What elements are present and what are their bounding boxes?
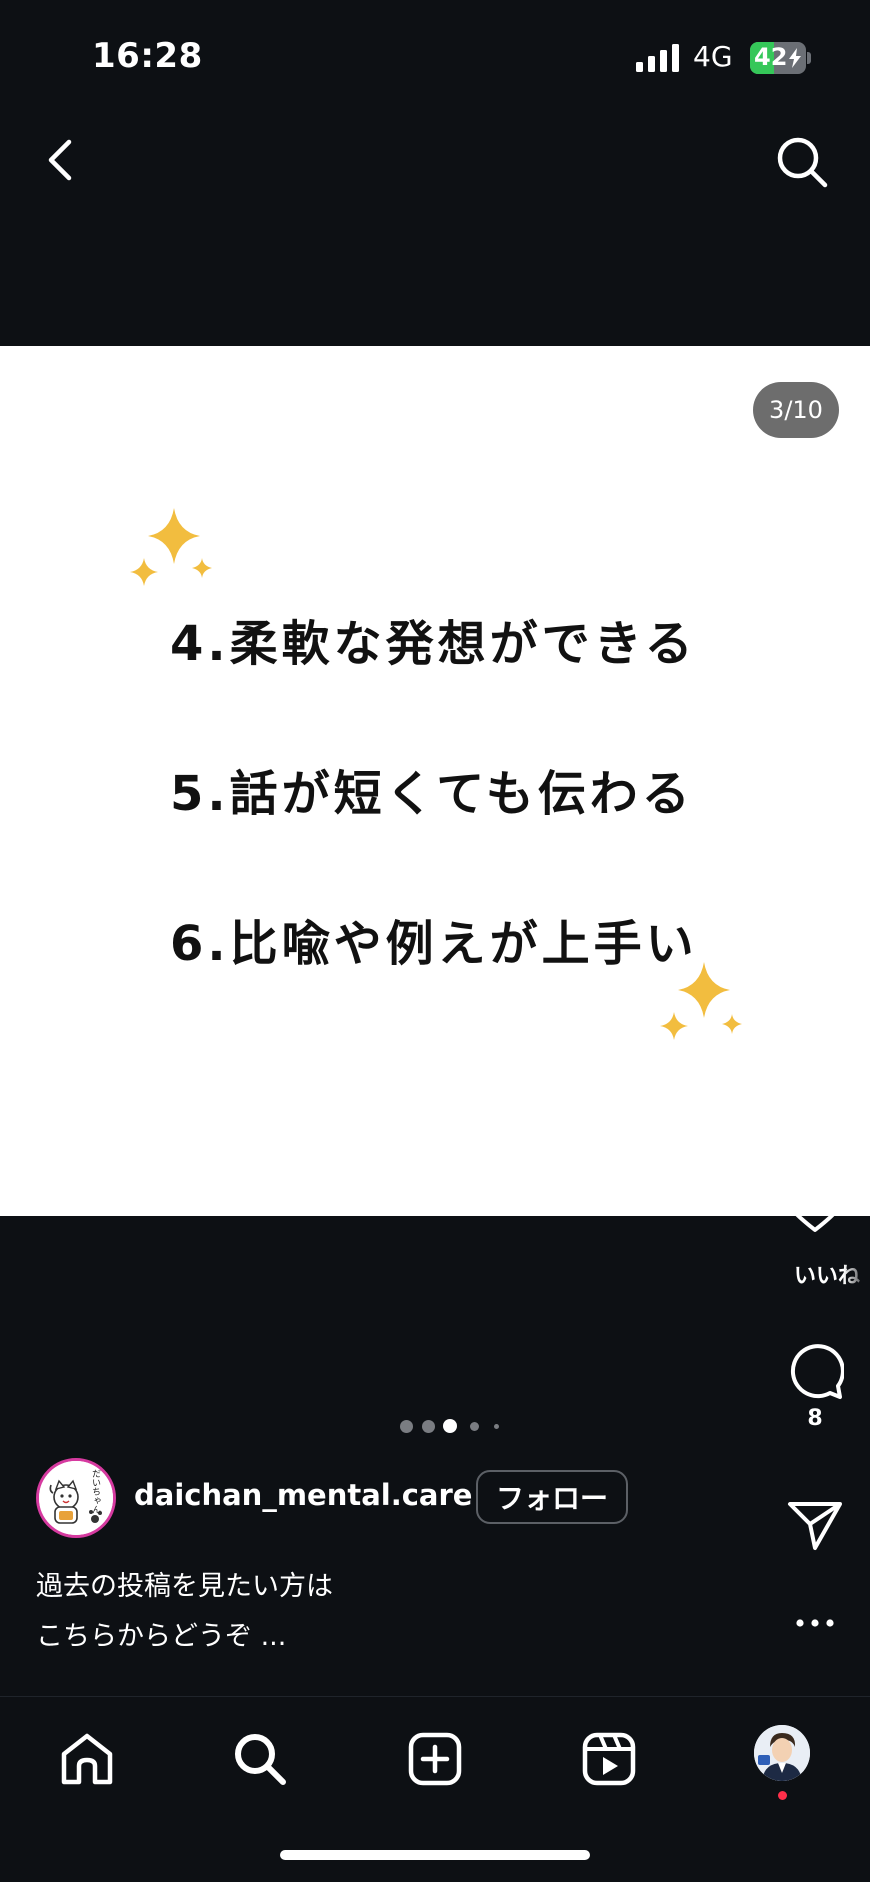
avatar-text: だいちゃん	[90, 1469, 100, 1514]
post-image[interactable]: 3/10 4.柔軟な発想ができる 5.話が短くても伝わる 6.比喩や例えが上手い	[0, 346, 870, 1216]
chevron-left-icon	[48, 139, 72, 181]
search-icon	[777, 137, 828, 188]
caption-line: 過去の投稿を見たい方は	[36, 1571, 333, 1602]
status-bar: 16:28 4G 42	[0, 0, 870, 110]
home-indicator[interactable]	[280, 1850, 590, 1860]
carousel-dot	[399, 1419, 413, 1433]
share-button[interactable]	[760, 1500, 870, 1552]
profile-avatar-icon	[754, 1725, 810, 1781]
slide-text-line: 6.比喩や例えが上手い	[170, 916, 698, 972]
comment-button[interactable]: 8	[760, 1342, 870, 1431]
slide-text-line: 5.話が短くても伝わる	[170, 766, 694, 822]
slide-counter: 3/10	[753, 382, 839, 438]
slide-text-line: 4.柔軟な発想ができる	[170, 616, 697, 672]
carousel-dot	[421, 1419, 435, 1433]
comment-icon	[790, 1344, 844, 1399]
caption[interactable]: 過去の投稿を見たい方は こちらからどうぞ ...	[36, 1562, 716, 1662]
carousel-dot	[493, 1423, 499, 1429]
follow-button[interactable]: フォロー	[476, 1470, 628, 1524]
nav-reels[interactable]	[577, 1727, 641, 1791]
more-icon	[796, 1619, 834, 1627]
more-button[interactable]	[760, 1618, 870, 1628]
carousel-dot	[469, 1421, 479, 1431]
battery-icon: 42	[750, 42, 812, 74]
search-button[interactable]	[770, 130, 834, 194]
carousel-indicator	[399, 1416, 510, 1436]
top-nav	[0, 120, 870, 200]
signal-icon	[636, 44, 679, 72]
like-label: いいね	[794, 1264, 861, 1289]
charging-bolt-icon	[789, 48, 801, 68]
nav-search[interactable]	[228, 1727, 292, 1791]
author-avatar[interactable]: だいちゃん	[36, 1458, 116, 1538]
network-type: 4G	[693, 40, 733, 73]
status-time: 16:28	[92, 36, 203, 76]
notification-dot	[778, 1791, 787, 1800]
create-icon	[408, 1732, 462, 1786]
reels-icon	[582, 1732, 636, 1786]
comment-count: 8	[807, 1406, 823, 1431]
action-rail: いいね 8	[760, 1178, 870, 1658]
battery-percent: 42	[754, 43, 788, 71]
nav-create[interactable]	[403, 1727, 467, 1791]
send-icon	[788, 1502, 842, 1550]
username[interactable]: daichan_mental.care	[134, 1478, 472, 1512]
sparkle-icon	[130, 508, 212, 586]
nav-home[interactable]	[55, 1727, 119, 1791]
home-icon	[61, 1733, 113, 1785]
author-row: だいちゃん daichan_mental.care フォロー	[36, 1458, 736, 1538]
nav-profile-avatar[interactable]	[754, 1725, 810, 1781]
caption-line: こちらからどうぞ ...	[36, 1621, 287, 1652]
back-button[interactable]	[30, 130, 90, 190]
sparkle-icon	[660, 962, 742, 1040]
like-button[interactable]: いいね	[760, 1178, 870, 1289]
maneki-neko-avatar	[39, 1461, 113, 1535]
search-icon	[235, 1734, 286, 1785]
bottom-nav	[0, 1696, 870, 1816]
heart-icon	[786, 1179, 844, 1232]
carousel-dot-active	[443, 1419, 457, 1433]
